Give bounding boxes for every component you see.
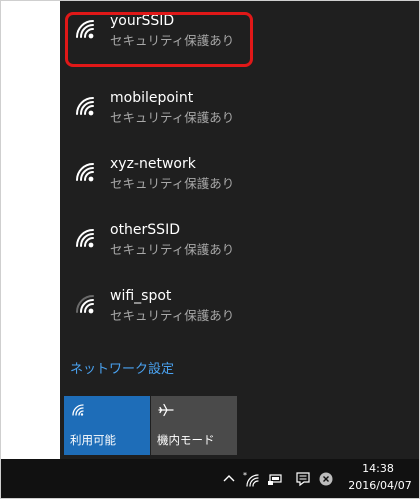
battery-icon[interactable] <box>267 471 283 487</box>
network-security-status: セキュリティ保護あり <box>110 110 235 125</box>
wifi-secured-icon <box>76 20 94 39</box>
desktop-background <box>1 1 60 459</box>
network-item-xyz-network[interactable]: xyz-network セキュリティ保護あり <box>60 144 419 210</box>
wifi-weak-secured-icon <box>76 295 94 314</box>
wifi-secured-icon <box>76 229 94 248</box>
clock-date[interactable]: 2016/04/07 <box>344 479 416 493</box>
airplane-icon <box>158 403 174 417</box>
chevron-up-icon[interactable] <box>221 471 237 487</box>
network-ssid: otherSSID <box>110 222 180 238</box>
close-circle-icon[interactable] <box>318 471 334 487</box>
network-item-wifi-spot[interactable]: wifi_spot セキュリティ保護あり <box>60 276 419 342</box>
airplane-mode-tile[interactable]: 機内モード <box>151 396 237 455</box>
network-ssid: yourSSID <box>110 13 175 29</box>
taskbar: * 14:38 2016/04/07 <box>1 459 419 498</box>
network-item-yourssid[interactable]: yourSSID セキュリティ保護あり <box>60 1 419 67</box>
network-security-status: セキュリティ保護あり <box>110 176 235 191</box>
network-settings-link[interactable]: ネットワーク設定 <box>70 362 174 378</box>
wifi-secured-icon <box>76 97 94 116</box>
network-ssid: xyz-network <box>110 156 196 172</box>
network-ssid: wifi_spot <box>110 288 172 304</box>
wifi-quick-action-tile[interactable]: 利用可能 <box>64 396 150 455</box>
wifi-secured-icon <box>76 163 94 182</box>
network-flyout: yourSSID セキュリティ保護あり mobilepoint セキュリティ保護… <box>60 1 419 459</box>
network-security-status: セキュリティ保護あり <box>110 242 235 257</box>
network-item-mobilepoint[interactable]: mobilepoint セキュリティ保護あり <box>60 78 419 144</box>
wifi-tile-label: 利用可能 <box>70 433 116 447</box>
network-security-status: セキュリティ保護あり <box>110 308 235 323</box>
notification-icon[interactable] <box>295 471 311 487</box>
airplane-tile-label: 機内モード <box>157 433 215 447</box>
network-ssid: mobilepoint <box>110 90 194 106</box>
wifi-tray-icon[interactable]: * <box>243 471 259 487</box>
network-item-otherssid[interactable]: otherSSID セキュリティ保護あり <box>60 210 419 276</box>
svg-text:*: * <box>243 471 247 480</box>
wifi-icon <box>72 404 84 416</box>
network-security-status: セキュリティ保護あり <box>110 33 235 48</box>
clock-time[interactable]: 14:38 <box>348 462 408 476</box>
